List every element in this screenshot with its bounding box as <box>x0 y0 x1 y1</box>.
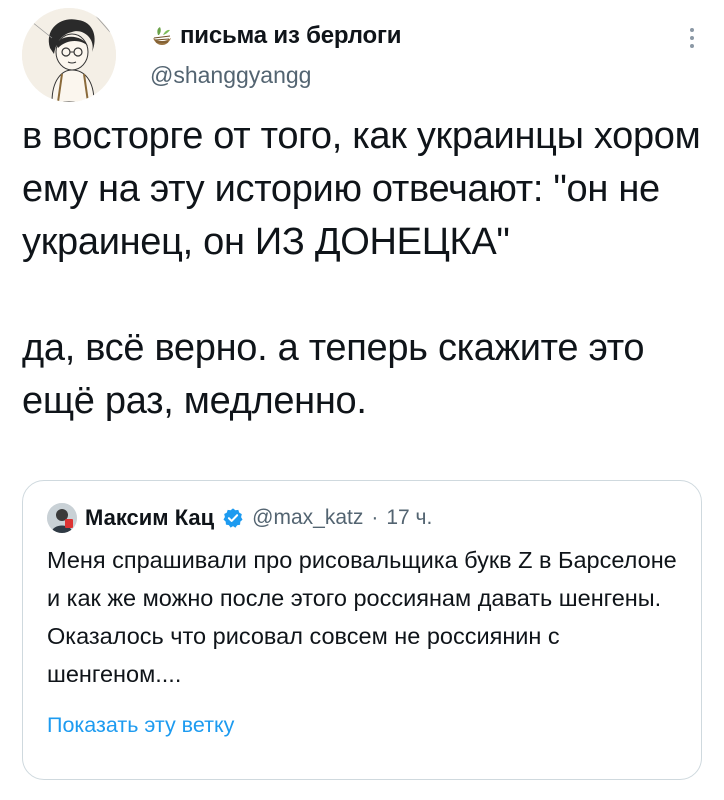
verified-badge-icon <box>222 507 244 529</box>
author-avatar-image <box>22 8 116 102</box>
author-avatar[interactable] <box>22 8 116 102</box>
author-display-name[interactable]: письма из берлоги <box>180 22 402 50</box>
quoted-tweet-card[interactable]: Максим Кац @max_katz · 17 ч. Меня спраши… <box>22 480 702 780</box>
more-vertical-icon[interactable] <box>680 22 704 54</box>
more-dot <box>690 28 694 32</box>
author-handle[interactable]: @shanggyangg <box>150 62 311 89</box>
quoted-tweet-text: Меня спрашивали про рисовальщика букв Z … <box>47 541 687 693</box>
quoted-paragraph: Оказалось что рисовал совсем не россияни… <box>47 623 560 687</box>
tweet-paragraph: да, всё верно. а теперь скажите это ещё … <box>22 327 645 422</box>
quoted-author-handle[interactable]: @max_katz <box>252 506 363 530</box>
more-dot <box>690 44 694 48</box>
meta-separator: · <box>371 506 379 529</box>
quoted-tweet-time[interactable]: 17 ч. <box>386 506 432 530</box>
more-dot <box>690 36 694 40</box>
quoted-author-avatar[interactable] <box>47 503 77 533</box>
author-name-row[interactable]: письма из берлоги <box>150 22 402 50</box>
show-thread-link[interactable]: Показать эту ветку <box>47 713 234 738</box>
tweet-paragraph: в восторге от того, как украинцы хором е… <box>22 115 701 263</box>
tweet-text: в восторге от того, как украинцы хором е… <box>22 110 712 428</box>
quoted-paragraph: Меня спрашивали про рисовальщика букв Z … <box>47 547 677 611</box>
quoted-author-name[interactable]: Максим Кац <box>85 505 214 531</box>
nest-icon <box>150 24 174 48</box>
quoted-tweet-header: Максим Кац @max_katz · 17 ч. <box>47 503 432 533</box>
